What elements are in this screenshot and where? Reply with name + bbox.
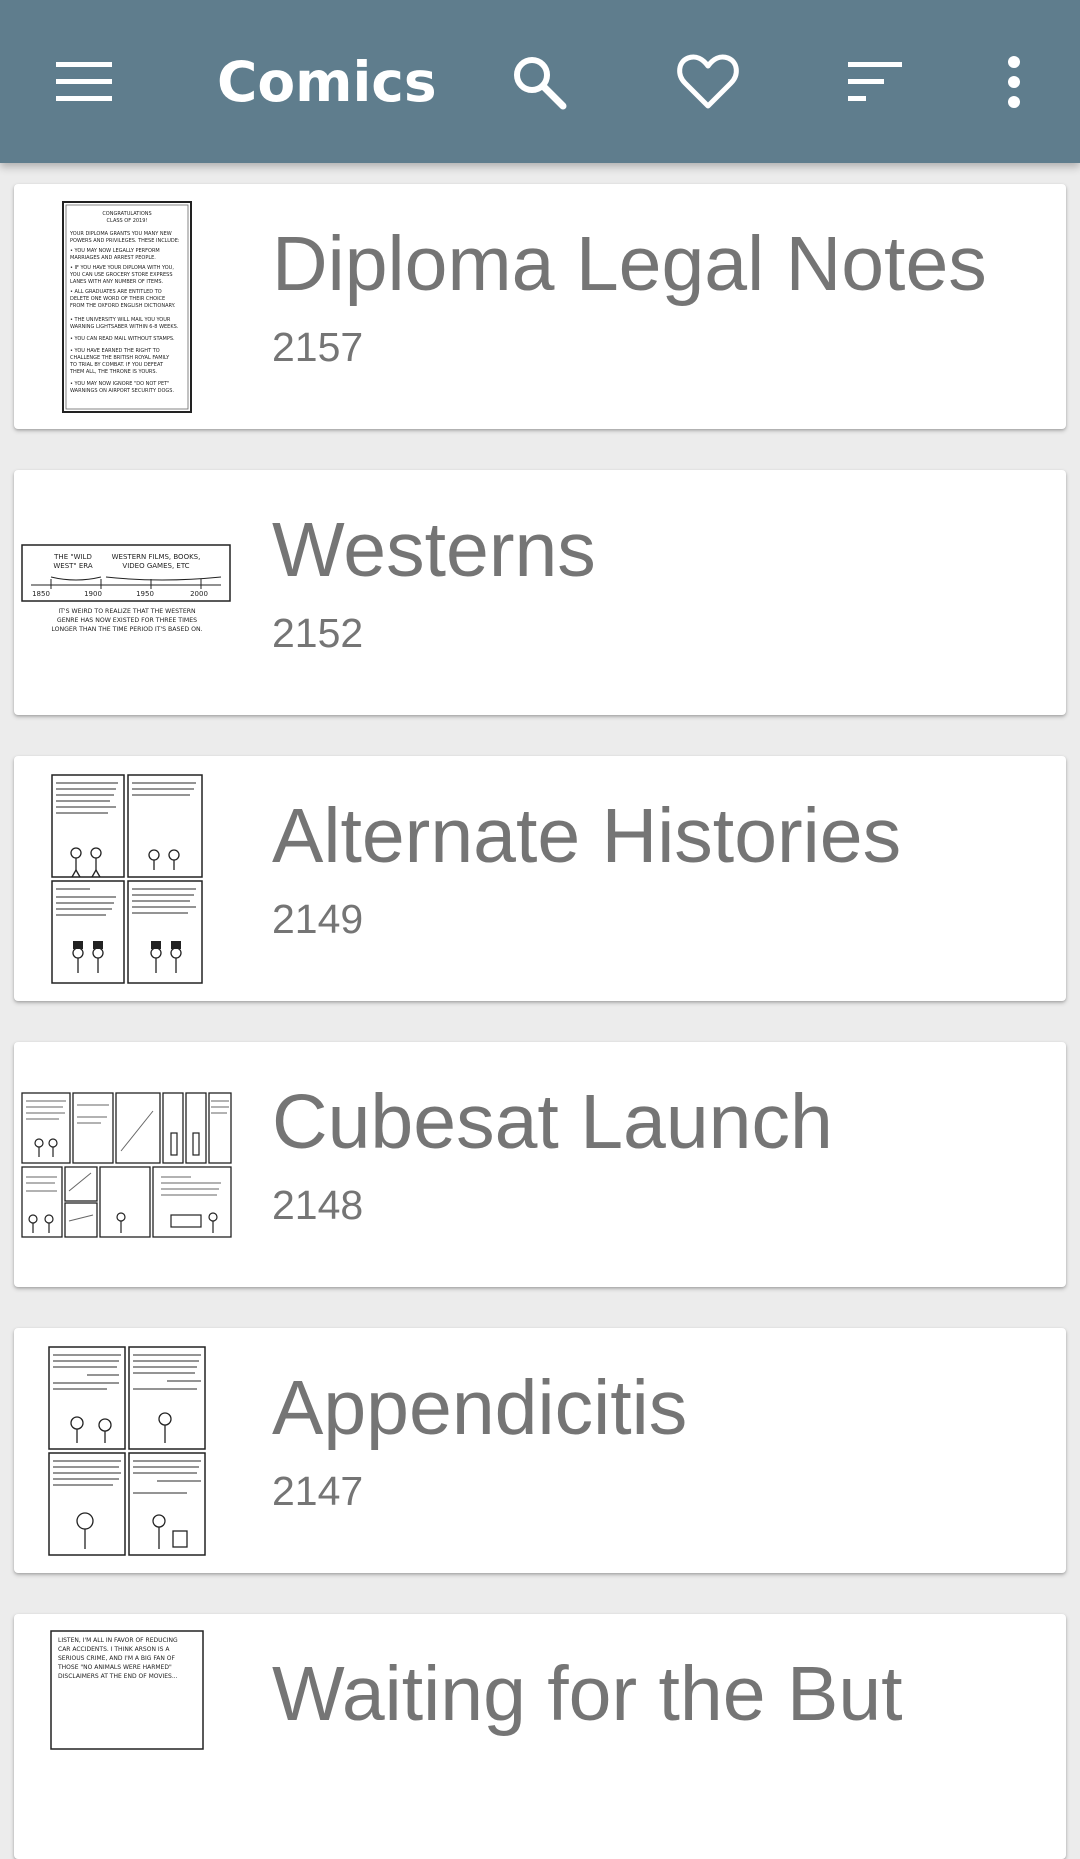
- comic-thumbnail: [14, 1328, 239, 1573]
- svg-text:1850: 1850: [32, 590, 50, 598]
- svg-text:LANES WITH ANY NUMBER OF ITEMS: LANES WITH ANY NUMBER OF ITEMS.: [70, 279, 164, 285]
- comic-thumbnail: THE "WILD WEST" ERA WESTERN FILMS, BOOKS…: [14, 470, 239, 715]
- comic-number: 2152: [272, 610, 364, 656]
- svg-text:1950: 1950: [136, 590, 154, 598]
- svg-text:• YOU HAVE EARNED THE RIGHT TO: • YOU HAVE EARNED THE RIGHT TO: [70, 348, 160, 354]
- comic-title: Appendicitis: [272, 1365, 688, 1451]
- svg-text:CONGRATULATIONS: CONGRATULATIONS: [102, 211, 151, 217]
- svg-text:WEST" ERA: WEST" ERA: [53, 562, 93, 570]
- comic-card-2148[interactable]: Cubesat Launch 2148: [14, 1042, 1066, 1287]
- svg-text:1900: 1900: [84, 590, 102, 598]
- comic-thumbnail: LISTEN, I'M ALL IN FAVOR OF REDUCING CAR…: [14, 1614, 239, 1859]
- more-vert-icon[interactable]: [970, 38, 1058, 126]
- svg-text:LISTEN, I'M ALL IN FAVOR OF RE: LISTEN, I'M ALL IN FAVOR OF REDUCING: [58, 1637, 178, 1644]
- comic-card-2157[interactable]: CONGRATULATIONS CLASS OF 2019! YOUR DIPL…: [14, 184, 1066, 429]
- app-toolbar: Comics: [0, 0, 1080, 163]
- svg-text:VIDEO GAMES, ETC: VIDEO GAMES, ETC: [122, 562, 189, 570]
- svg-text:• YOU MAY NOW LEGALLY PERFORM: • YOU MAY NOW LEGALLY PERFORM: [70, 248, 160, 254]
- svg-text:DISCLAIMERS AT THE END OF MOVI: DISCLAIMERS AT THE END OF MOVIES...: [58, 1673, 178, 1680]
- comic-number: 2147: [272, 1468, 364, 1514]
- comic-title: Alternate Histories: [272, 793, 902, 879]
- comic-title: Waiting for the But: [272, 1651, 903, 1737]
- svg-text:2000: 2000: [190, 590, 208, 598]
- comic-thumbnail: [14, 756, 239, 1001]
- svg-text:THE "WILD: THE "WILD: [53, 553, 92, 561]
- comic-thumbnail: [14, 1042, 239, 1287]
- svg-text:LONGER THAN THE TIME PERIOD IT: LONGER THAN THE TIME PERIOD IT'S BASED O…: [51, 626, 202, 633]
- svg-text:• IF YOU HAVE YOUR DIPLOMA WIT: • IF YOU HAVE YOUR DIPLOMA WITH YOU,: [70, 265, 174, 271]
- search-icon[interactable]: [495, 38, 583, 126]
- svg-text:IT'S WEIRD TO REALIZE THAT THE: IT'S WEIRD TO REALIZE THAT THE WESTERN: [58, 608, 196, 615]
- svg-text:THEM ALL, THE THRONE IS YOURS.: THEM ALL, THE THRONE IS YOURS.: [69, 369, 158, 375]
- comic-card-2147[interactable]: Appendicitis 2147: [14, 1328, 1066, 1573]
- sort-icon[interactable]: [832, 38, 920, 126]
- comic-number: 2148: [272, 1182, 364, 1228]
- comic-title: Cubesat Launch: [272, 1079, 833, 1165]
- comic-title: Diploma Legal Notes: [272, 221, 987, 307]
- comic-number: 2157: [272, 324, 364, 370]
- svg-text:TO TRIAL BY COMBAT. IF YOU DEF: TO TRIAL BY COMBAT. IF YOU DEFEAT: [69, 362, 164, 368]
- svg-text:WESTERN FILMS, BOOKS,: WESTERN FILMS, BOOKS,: [111, 553, 200, 561]
- comic-card-2152[interactable]: THE "WILD WEST" ERA WESTERN FILMS, BOOKS…: [14, 470, 1066, 715]
- comic-number: 2149: [272, 896, 364, 942]
- svg-text:CLASS OF 2019!: CLASS OF 2019!: [106, 218, 147, 224]
- page-title: Comics: [217, 50, 437, 114]
- svg-text:CAR ACCIDENTS. I THINK ARSON I: CAR ACCIDENTS. I THINK ARSON IS A: [58, 1646, 170, 1653]
- comic-title: Westerns: [272, 507, 596, 593]
- comic-thumbnail: CONGRATULATIONS CLASS OF 2019! YOUR DIPL…: [14, 184, 239, 429]
- svg-text:DELETE ONE WORD OF THEIR CHOIC: DELETE ONE WORD OF THEIR CHOICE: [70, 296, 165, 302]
- svg-text:• YOU MAY NOW IGNORE "DO NOT P: • YOU MAY NOW IGNORE "DO NOT PET": [70, 381, 169, 387]
- svg-text:YOU CAN USE GROCERY STORE EXPR: YOU CAN USE GROCERY STORE EXPRESS: [69, 272, 173, 278]
- svg-text:FROM THE OXFORD ENGLISH DICTIO: FROM THE OXFORD ENGLISH DICTIONARY.: [70, 303, 176, 309]
- svg-text:POWERS AND PRIVILEGES. THESE I: POWERS AND PRIVILEGES. THESE INCLUDE:: [70, 238, 180, 244]
- svg-text:WARNINGS ON AIRPORT SECURITY D: WARNINGS ON AIRPORT SECURITY DOGS.: [70, 388, 174, 394]
- svg-text:• ALL GRADUATES ARE ENTITLED T: • ALL GRADUATES ARE ENTITLED TO: [70, 289, 162, 295]
- svg-text:GENRE HAS NOW EXISTED FOR THRE: GENRE HAS NOW EXISTED FOR THREE TIMES: [56, 617, 196, 624]
- comic-card-partial[interactable]: LISTEN, I'M ALL IN FAVOR OF REDUCING CAR…: [14, 1614, 1066, 1859]
- menu-icon[interactable]: [40, 38, 128, 126]
- comic-card-2149[interactable]: Alternate Histories 2149: [14, 756, 1066, 1001]
- svg-text:THOSE "NO ANIMALS WERE HARMED": THOSE "NO ANIMALS WERE HARMED": [57, 1664, 172, 1671]
- svg-text:WARNING LIGHTSABER WITHIN 6-8: WARNING LIGHTSABER WITHIN 6-8 WEEKS.: [70, 324, 179, 330]
- svg-text:SERIOUS CRIME, AND I'M A BIG F: SERIOUS CRIME, AND I'M A BIG FAN OF: [58, 1655, 175, 1662]
- svg-text:MARRIAGES AND ARREST PEOPLE.: MARRIAGES AND ARREST PEOPLE.: [70, 255, 156, 261]
- svg-text:CHALLENGE THE BRITISH ROYAL FA: CHALLENGE THE BRITISH ROYAL FAMILY: [70, 355, 170, 361]
- svg-text:• YOU CAN READ MAIL WITHOUT ST: • YOU CAN READ MAIL WITHOUT STAMPS.: [70, 336, 175, 342]
- svg-text:YOUR DIPLOMA GRANTS YOU MANY N: YOUR DIPLOMA GRANTS YOU MANY NEW: [69, 231, 172, 237]
- favorite-heart-icon[interactable]: [664, 38, 752, 126]
- svg-text:• THE UNIVERSITY WILL MAIL YOU: • THE UNIVERSITY WILL MAIL YOU YOUR: [70, 317, 171, 323]
